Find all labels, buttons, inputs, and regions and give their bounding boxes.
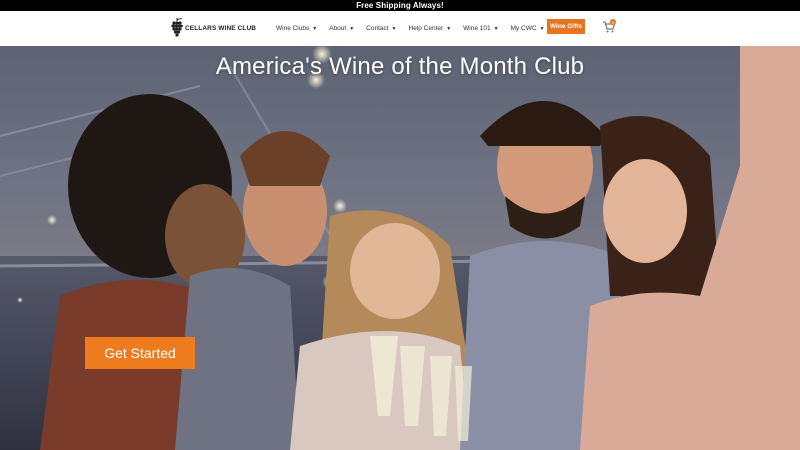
chevron-down-icon: ▼ xyxy=(539,25,545,32)
chevron-down-icon: ▼ xyxy=(349,25,355,32)
chevron-down-icon: ▼ xyxy=(312,25,318,32)
wine-gifts-button[interactable]: Wine Gifts xyxy=(547,19,585,34)
nav-wine-101[interactable]: Wine 101 ▼ xyxy=(463,25,498,32)
nav-label: Wine Clubs xyxy=(276,25,310,32)
nav-my-cwc[interactable]: My CWC ▼ xyxy=(511,25,545,32)
cart-count-badge: 0 xyxy=(610,19,616,25)
chevron-down-icon: ▼ xyxy=(493,25,499,32)
main-nav: Wine Clubs ▼ About ▼ Contact ▼ Help Cent… xyxy=(276,11,545,46)
nav-label: Wine 101 xyxy=(463,25,491,32)
site-logo[interactable]: CELLARS WINE CLUB xyxy=(171,16,256,40)
nav-label: My CWC xyxy=(510,25,537,32)
grapes-logo-icon xyxy=(171,18,183,37)
shipping-banner-text: Free Shipping Always! xyxy=(356,1,444,10)
hero-section: America's Wine of the Month Club Get Sta… xyxy=(0,46,800,450)
site-header: CELLARS WINE CLUB Wine Clubs ▼ About ▼ C… xyxy=(0,11,800,46)
hero-title: America's Wine of the Month Club xyxy=(215,53,585,80)
nav-about[interactable]: About ▼ xyxy=(329,25,354,32)
nav-label: About xyxy=(329,25,347,32)
nav-label: Help Center xyxy=(408,25,444,32)
nav-label: Contact xyxy=(366,25,389,32)
nav-help-center[interactable]: Help Center ▼ xyxy=(409,25,452,32)
chevron-down-icon: ▼ xyxy=(391,25,397,32)
get-started-button[interactable]: Get Started xyxy=(85,337,195,369)
nav-contact[interactable]: Contact ▼ xyxy=(366,25,396,32)
chevron-down-icon: ▼ xyxy=(446,25,452,32)
nav-wine-clubs[interactable]: Wine Clubs ▼ xyxy=(276,25,317,32)
shipping-banner: Free Shipping Always! xyxy=(0,0,800,11)
hero-photo-friends-toasting xyxy=(0,46,800,450)
logo-text: CELLARS WINE CLUB xyxy=(185,24,257,32)
